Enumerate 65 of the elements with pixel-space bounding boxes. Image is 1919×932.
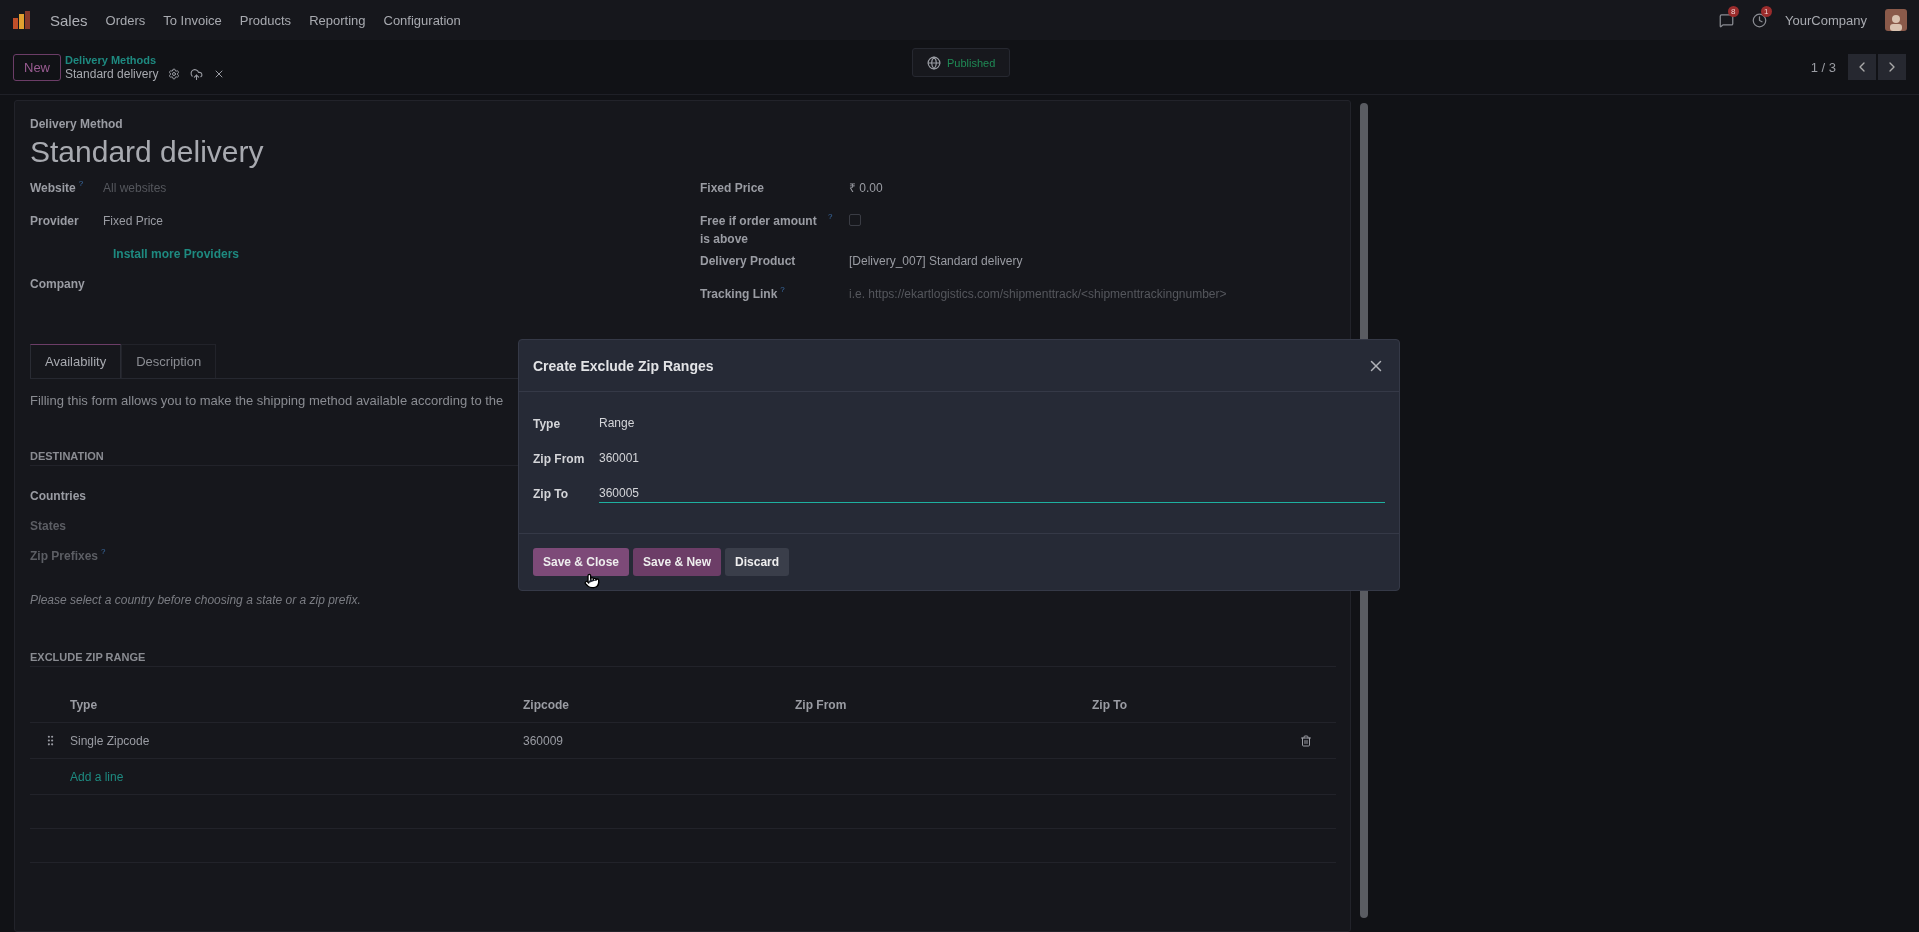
field-label: Provider bbox=[30, 213, 79, 230]
field-label: Tracking Link bbox=[700, 286, 778, 303]
menu-item[interactable]: Reporting bbox=[309, 12, 366, 28]
section-title: EXCLUDE ZIP RANGE bbox=[30, 651, 1336, 667]
menu-item[interactable]: Products bbox=[239, 12, 292, 28]
input-field[interactable]: 360005 bbox=[599, 484, 1385, 503]
hint-text: Please select a country before choosing a state or a zip prefix. bbox=[30, 593, 362, 607]
field-value[interactable]: [Delivery_007] Standard delivery bbox=[849, 252, 1336, 270]
field-label: Company bbox=[30, 276, 85, 293]
dialog-button[interactable]: Save & New bbox=[633, 548, 722, 576]
globe-icon bbox=[927, 55, 941, 70]
field-label: Zip From bbox=[533, 451, 586, 466]
clock-icon[interactable] bbox=[1752, 12, 1768, 28]
pager-text[interactable]: 1 / 3 bbox=[1810, 59, 1836, 75]
field-value[interactable]: ₹ 0.00 bbox=[849, 179, 1336, 197]
menu-item[interactable]: Configuration bbox=[383, 12, 461, 28]
hand-cursor-icon bbox=[584, 573, 600, 589]
settings-icon[interactable] bbox=[168, 68, 181, 80]
new-button[interactable]: New bbox=[13, 53, 61, 81]
column-header[interactable]: Type bbox=[70, 697, 523, 712]
chat-icon[interactable] bbox=[1719, 12, 1735, 28]
previous-button[interactable] bbox=[1848, 54, 1876, 80]
input-field[interactable]: Range bbox=[599, 414, 1385, 433]
company-name[interactable]: YourCompany bbox=[1785, 12, 1867, 28]
app-logo-icon bbox=[12, 10, 32, 30]
help-tooltip-mark[interactable]: ? bbox=[78, 179, 84, 189]
dialog-title: Create Exclude Zip Ranges bbox=[533, 357, 714, 374]
install-providers-link[interactable]: Install more Providers bbox=[113, 245, 700, 263]
field-value[interactable]: Fixed Price bbox=[103, 212, 700, 230]
form-type-label: Delivery Method bbox=[30, 117, 124, 131]
notification-badge: 1 bbox=[1761, 5, 1772, 17]
notification-badge: 8 bbox=[1728, 5, 1739, 17]
dialog-button[interactable]: Discard bbox=[725, 548, 790, 576]
intro-text: Filling this form allows you to make the shipping method available according to the bbox=[30, 393, 505, 408]
tab[interactable]: Availability bbox=[30, 344, 122, 378]
field-label: States bbox=[30, 518, 67, 535]
table-cell-text: 360009 bbox=[523, 733, 565, 748]
field-label: Type bbox=[533, 416, 562, 431]
dialog-button[interactable]: Save & Close bbox=[533, 548, 630, 576]
field-label: Website bbox=[30, 180, 76, 197]
published-status-button[interactable]: Published bbox=[912, 48, 1011, 77]
column-header[interactable]: Zip From bbox=[795, 697, 1092, 712]
menu-item[interactable]: To Invoice bbox=[163, 12, 222, 28]
checkbox[interactable] bbox=[849, 214, 861, 226]
user-avatar[interactable] bbox=[1885, 9, 1907, 31]
field-label: Fixed Price bbox=[700, 180, 765, 197]
field-label: Zip Prefixes bbox=[30, 548, 99, 565]
field-label: Free if order amount is above bbox=[700, 213, 818, 248]
column-header[interactable]: Zipcode bbox=[523, 697, 795, 712]
menu-item[interactable]: Orders bbox=[105, 12, 146, 28]
help-tooltip-mark[interactable]: ? bbox=[828, 212, 833, 222]
breadcrumb-link[interactable]: Delivery Methods bbox=[65, 53, 226, 67]
cloud-upload-icon[interactable] bbox=[190, 67, 204, 81]
record-title[interactable]: Standard delivery bbox=[30, 135, 1336, 169]
breadcrumb-current: Standard delivery bbox=[65, 67, 159, 81]
table-cell-text: Single Zipcode bbox=[70, 733, 151, 748]
field-label: Zip To bbox=[533, 486, 570, 501]
field-label: Countries bbox=[30, 488, 86, 505]
field-label: Delivery Product bbox=[700, 253, 796, 270]
column-header[interactable]: Zip To bbox=[1092, 697, 1300, 712]
next-button[interactable] bbox=[1878, 54, 1906, 80]
app-name[interactable]: Sales bbox=[50, 11, 88, 29]
tab[interactable]: Description bbox=[121, 344, 217, 378]
add-line-link[interactable]: Add a line bbox=[70, 769, 523, 784]
help-tooltip-mark[interactable]: ? bbox=[780, 285, 785, 295]
